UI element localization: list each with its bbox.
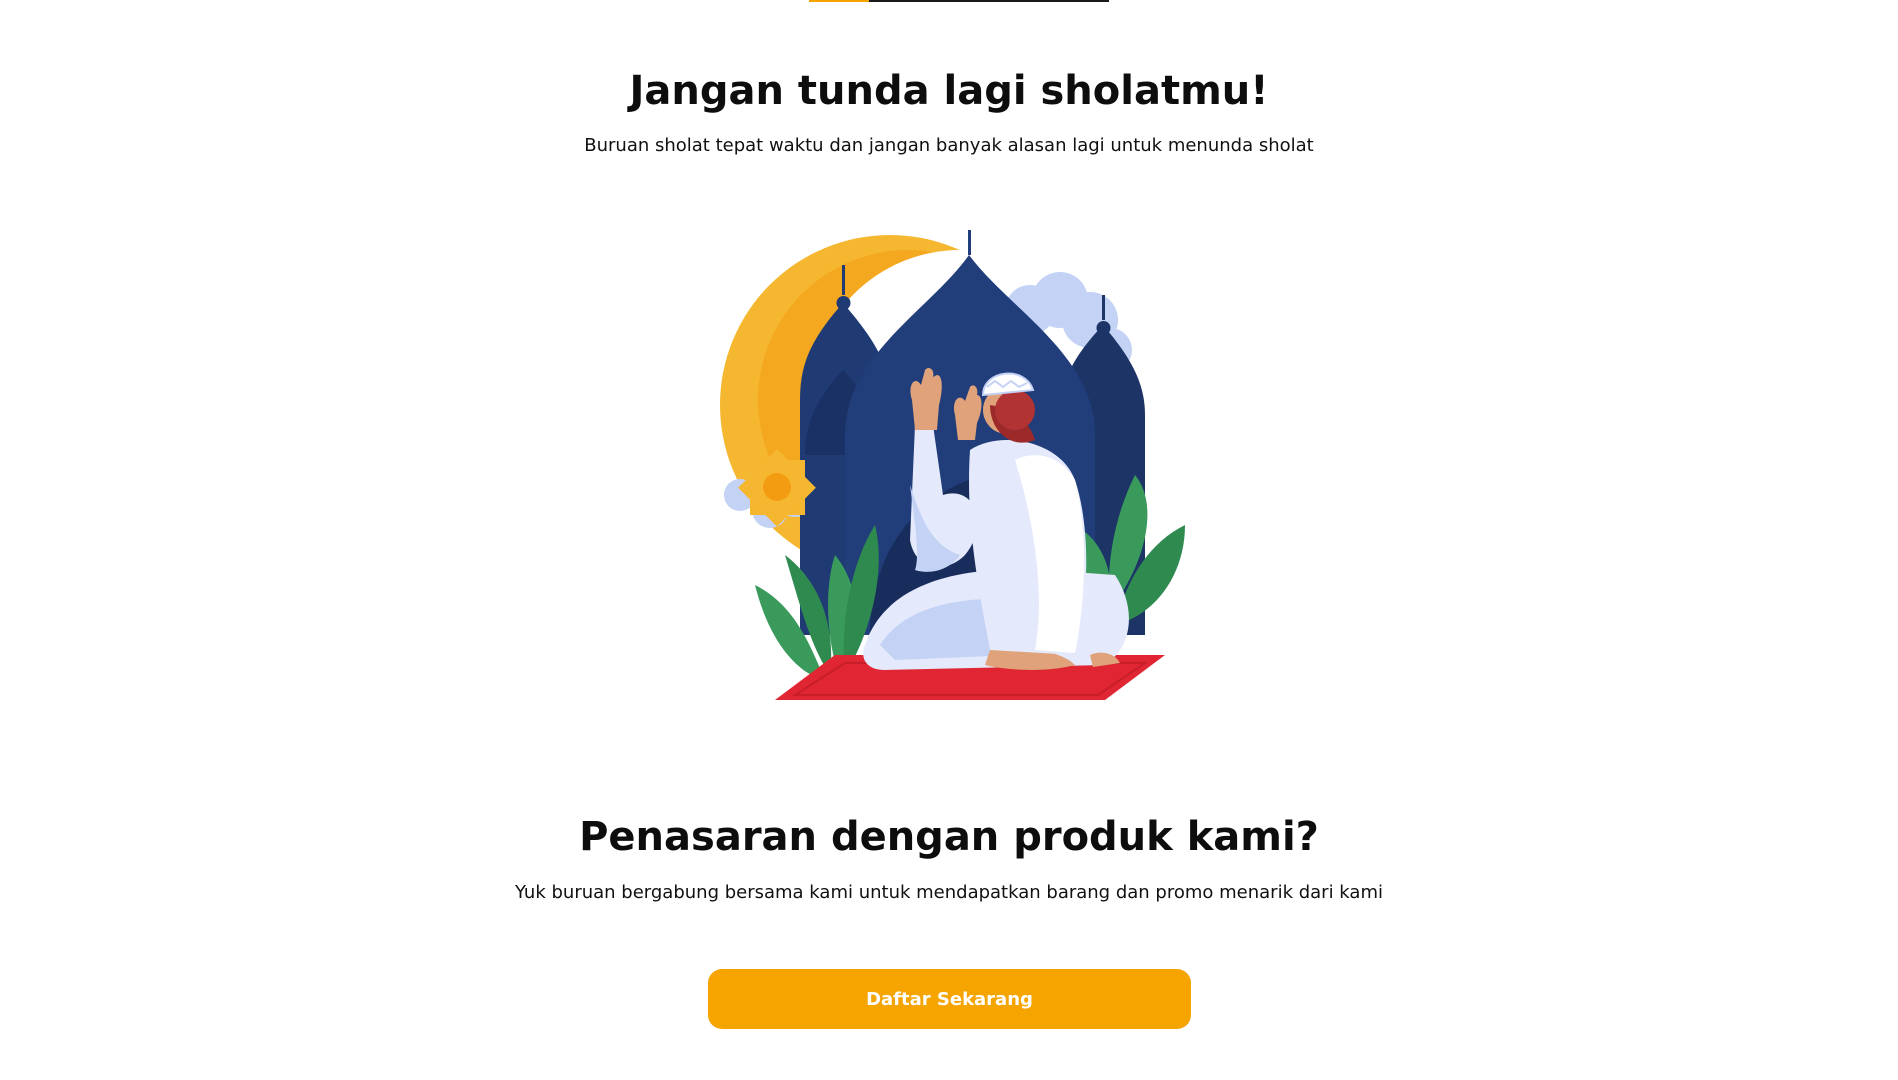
- prayer-section-subtitle: Buruan sholat tepat waktu dan jangan ban…: [584, 135, 1314, 156]
- top-progress-fill: [809, 0, 869, 2]
- praying-man-mosque-illustration: [715, 225, 1195, 700]
- prayer-section-title: Jangan tunda lagi sholatmu!: [629, 68, 1269, 114]
- illustration-svg: [720, 230, 1185, 700]
- product-section-title: Penasaran dengan produk kami?: [579, 814, 1319, 860]
- register-now-button[interactable]: Daftar Sekarang: [708, 969, 1191, 1029]
- top-progress-bar: [809, 0, 1109, 2]
- page: Jangan tunda lagi sholatmu! Buruan shola…: [0, 0, 1898, 1080]
- product-section-subtitle: Yuk buruan bergabung bersama kami untuk …: [515, 882, 1383, 903]
